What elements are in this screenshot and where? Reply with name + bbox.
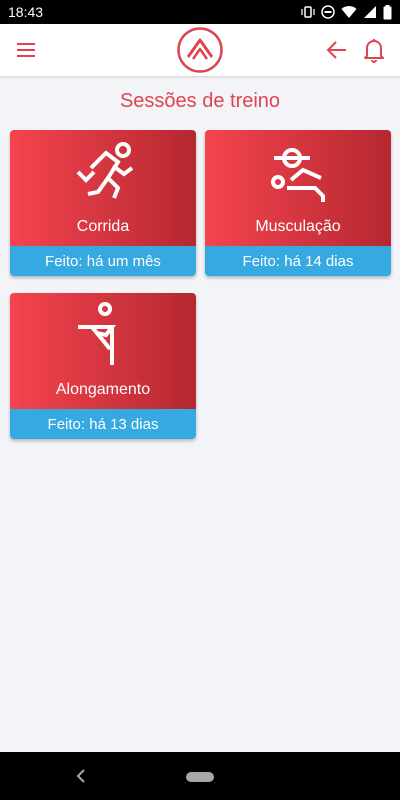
card-label: Alongamento xyxy=(55,381,151,398)
session-card-corrida[interactable]: Corrida Feito: há um mês xyxy=(10,130,196,276)
nav-home-pill[interactable] xyxy=(186,772,214,782)
nav-back-icon[interactable] xyxy=(70,764,92,788)
app-header xyxy=(0,24,400,76)
back-button[interactable] xyxy=(316,32,356,68)
bell-icon xyxy=(364,39,384,63)
arrow-left-icon xyxy=(326,41,346,59)
card-status: Feito: há 14 dias xyxy=(205,246,391,276)
session-card-musculacao[interactable]: Musculação Feito: há 14 dias xyxy=(205,130,391,276)
do-not-disturb-icon xyxy=(321,5,335,19)
card-label: Musculação xyxy=(255,218,341,235)
battery-icon xyxy=(383,4,392,19)
status-time: 18:43 xyxy=(8,4,44,20)
notifications-button[interactable] xyxy=(354,30,394,70)
weightlifting-icon xyxy=(271,148,325,202)
card-header: Musculação xyxy=(205,130,391,246)
status-icons xyxy=(301,4,392,20)
menu-button[interactable] xyxy=(6,32,46,68)
hamburger-icon xyxy=(17,43,35,57)
session-card-alongamento[interactable]: Alongamento Feito: há 13 dias xyxy=(10,293,196,439)
card-header: Alongamento xyxy=(10,293,196,409)
stretching-icon xyxy=(78,302,116,365)
running-icon xyxy=(76,142,134,199)
system-nav-bar xyxy=(0,752,400,800)
page-title: Sessões de treino xyxy=(119,90,281,112)
app-logo xyxy=(177,27,223,73)
card-label: Corrida xyxy=(76,218,130,235)
wifi-icon xyxy=(341,6,357,19)
card-status: Feito: há 13 dias xyxy=(10,409,196,439)
signal-icon xyxy=(364,6,376,18)
card-status: Feito: há um mês xyxy=(10,246,196,276)
vibrate-icon xyxy=(301,6,315,18)
status-bar: 18:43 xyxy=(0,0,400,24)
card-header: Corrida xyxy=(10,130,196,246)
